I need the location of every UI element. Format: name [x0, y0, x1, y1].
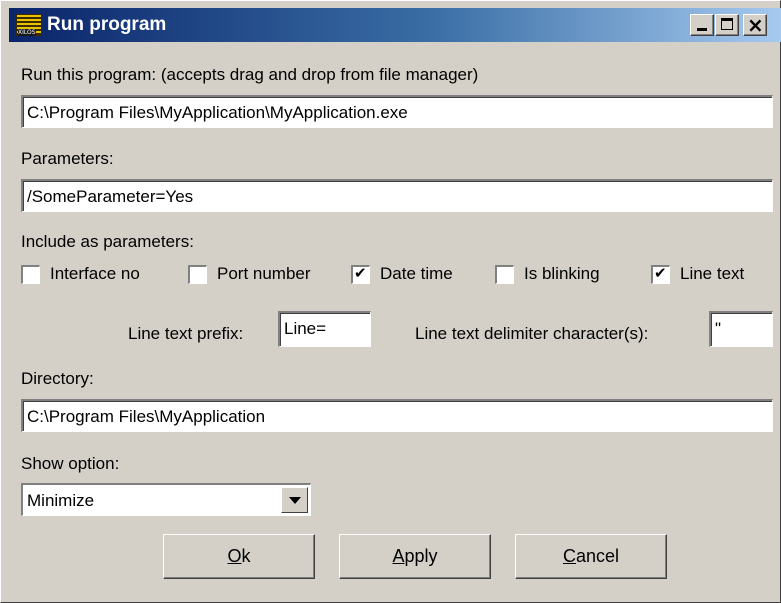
checkbox-line-text[interactable]: Line text — [651, 261, 744, 287]
apply-mnemonic: A — [392, 546, 405, 566]
close-button[interactable]: × — [743, 13, 767, 37]
line-text-delimiter-label: Line text delimiter character(s): — [415, 324, 649, 343]
title-bar[interactable]: Run program × — [9, 8, 781, 42]
cancel-mnemonic: C — [562, 546, 576, 566]
window-title: Run program — [47, 14, 167, 35]
parameters-input[interactable]: /SomeParameter=Yes — [21, 179, 773, 212]
line-text-prefix-input[interactable]: Line= — [278, 311, 371, 347]
checkbox-label: Line text — [680, 264, 745, 283]
cancel-button[interactable]: Cancel — [515, 534, 667, 579]
checkbox-is-blinking[interactable]: Is blinking — [495, 261, 600, 287]
show-option-label: Show option: — [21, 454, 120, 473]
checkbox-box[interactable] — [495, 264, 514, 284]
minimize-icon — [697, 28, 707, 31]
line-text-prefix-label: Line text prefix: — [128, 324, 244, 343]
checkbox-interface-no[interactable]: Interface no — [21, 261, 140, 287]
app-logo-icon — [16, 14, 42, 36]
checkbox-label: Port number — [217, 264, 311, 283]
show-option-value: Minimize — [27, 491, 95, 510]
checkbox-label: Date time — [380, 264, 453, 283]
chevron-down-icon[interactable] — [281, 487, 308, 513]
maximize-icon — [721, 18, 733, 30]
directory-label: Directory: — [21, 369, 94, 388]
line-text-delimiter-input[interactable]: " — [709, 311, 773, 347]
show-option-select[interactable]: Minimize — [21, 483, 311, 516]
ok-button[interactable]: Ok — [163, 534, 315, 579]
checkbox-box[interactable] — [188, 264, 207, 284]
run-program-dialog: Run program × Run this program: (accepts… — [0, 0, 781, 603]
minimize-button[interactable] — [690, 14, 714, 36]
ok-mnemonic: O — [227, 546, 242, 566]
checkbox-date-time[interactable]: Date time — [351, 261, 453, 287]
maximize-button[interactable] — [715, 14, 739, 36]
checkbox-box-checked[interactable] — [351, 263, 370, 284]
checkbox-label: Is blinking — [524, 264, 600, 283]
checkbox-label: Interface no — [50, 264, 140, 283]
checkbox-port-number[interactable]: Port number — [188, 261, 311, 287]
checkbox-box[interactable] — [21, 264, 40, 284]
checkbox-box-checked[interactable] — [651, 263, 670, 284]
run-program-label: Run this program: (accepts drag and drop… — [21, 65, 479, 84]
apply-button[interactable]: Apply — [339, 534, 491, 579]
directory-input[interactable]: C:\Program Files\MyApplication — [21, 399, 773, 432]
program-path-input[interactable]: C:\Program Files\MyApplication\MyApplica… — [21, 95, 773, 128]
cancel-label-rest: ancel — [575, 546, 620, 566]
ok-label-rest: k — [241, 546, 251, 566]
include-parameters-label: Include as parameters: — [21, 232, 194, 251]
apply-label-rest: pply — [404, 546, 438, 566]
close-icon: × — [747, 13, 764, 37]
parameters-label: Parameters: — [21, 149, 114, 168]
